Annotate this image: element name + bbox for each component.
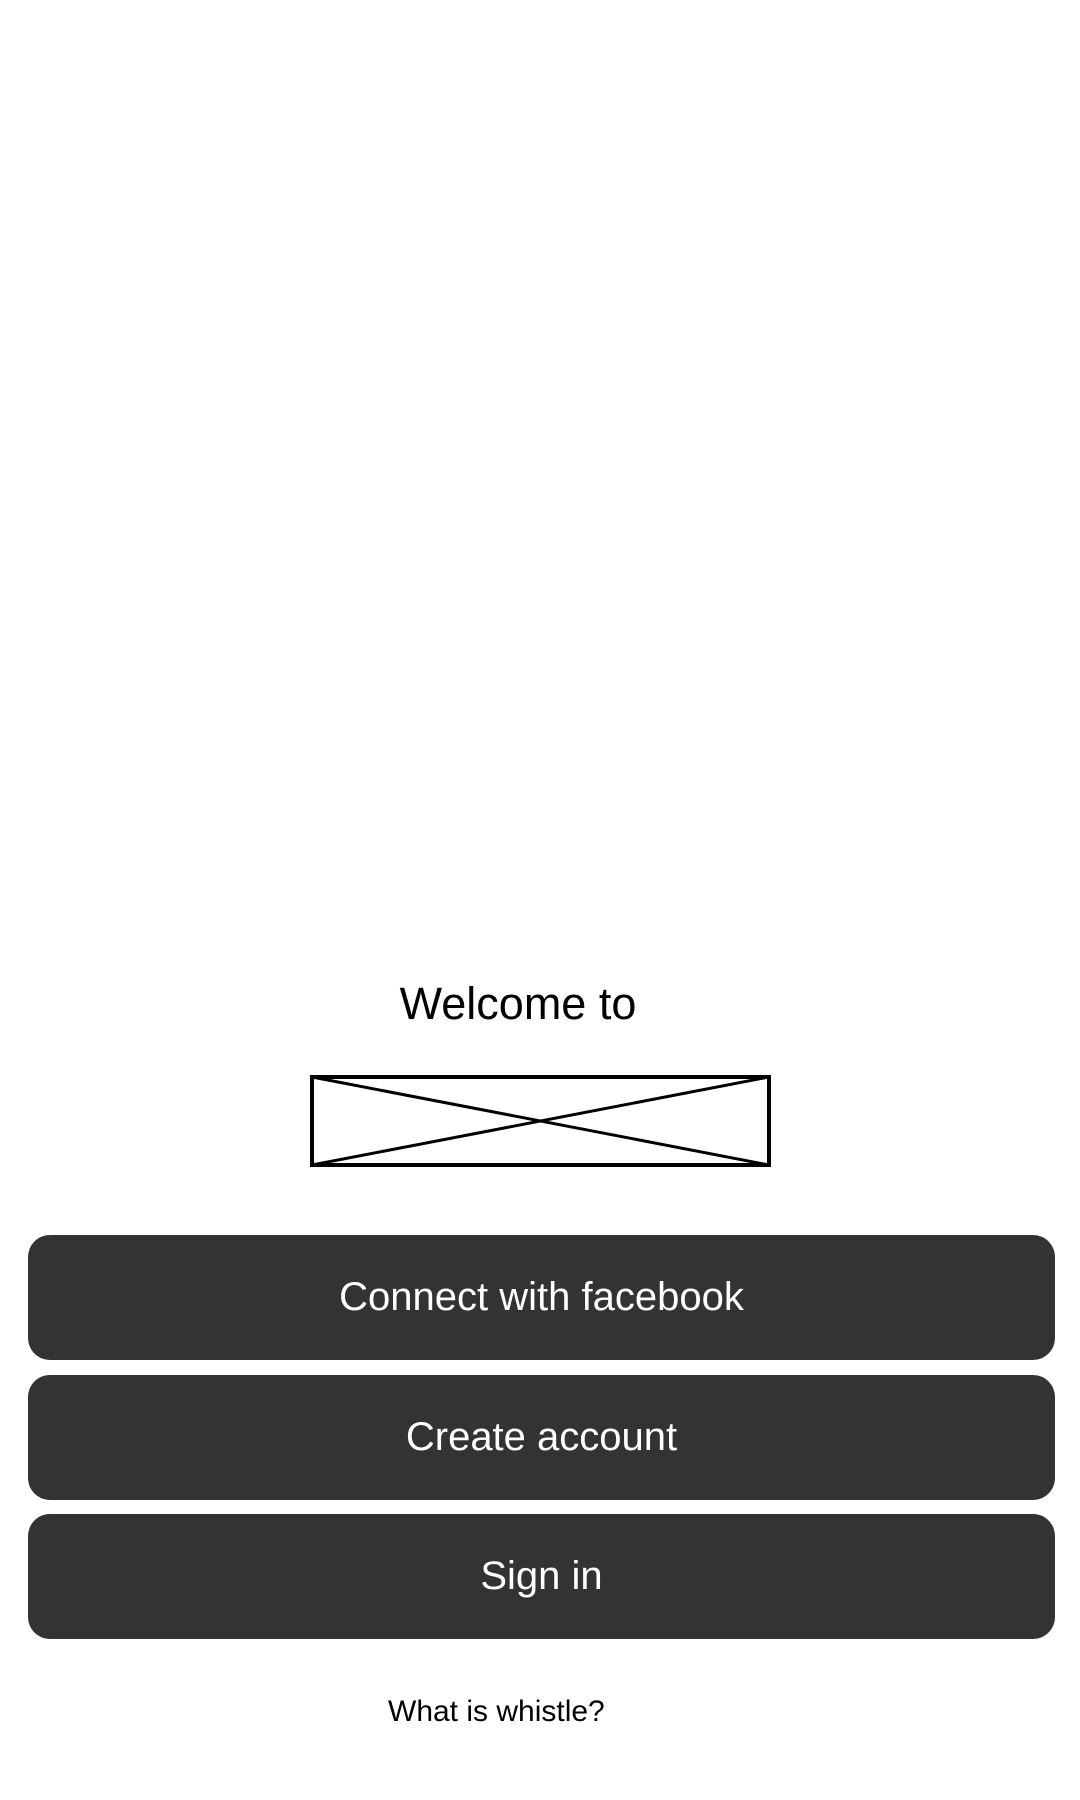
create-account-button[interactable]: Create account xyxy=(28,1375,1055,1500)
what-is-whistle-link[interactable]: What is whistle? xyxy=(388,1695,605,1729)
connect-facebook-button[interactable]: Connect with facebook xyxy=(28,1235,1055,1360)
logo-placeholder-icon xyxy=(310,1075,771,1167)
welcome-heading: Welcome to xyxy=(399,978,637,1029)
sign-in-button[interactable]: Sign in xyxy=(28,1514,1055,1639)
